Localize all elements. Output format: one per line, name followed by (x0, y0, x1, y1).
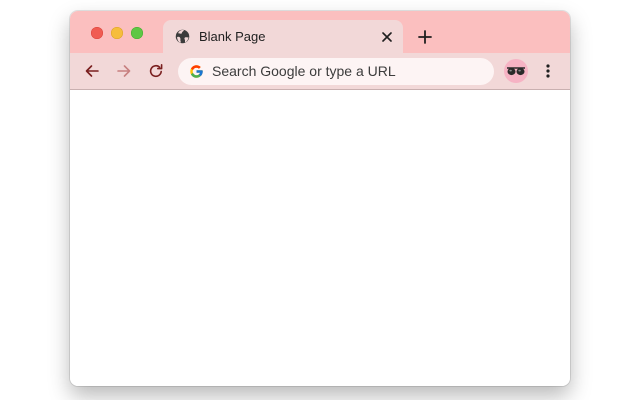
new-tab-button[interactable] (416, 28, 434, 46)
plus-icon (418, 30, 432, 44)
forward-button[interactable] (114, 61, 134, 81)
page-content (70, 90, 570, 386)
back-button[interactable] (82, 61, 102, 81)
arrow-left-icon (84, 63, 100, 79)
window-close-button[interactable] (91, 27, 103, 39)
title-bar: Blank Page (70, 11, 570, 53)
window-minimize-button[interactable] (111, 27, 123, 39)
search-input[interactable]: Search Google or type a URL (212, 58, 396, 85)
close-icon[interactable] (379, 29, 395, 45)
tab-blank-page[interactable]: Blank Page (163, 20, 403, 53)
window-maximize-button[interactable] (131, 27, 143, 39)
tab-title: Blank Page (199, 29, 266, 44)
reload-button[interactable] (146, 61, 166, 81)
sunglasses-avatar-icon (506, 65, 526, 77)
globe-icon (175, 29, 190, 44)
browser-window: Blank Page Search Google or type a URL (70, 11, 570, 386)
google-g-icon (189, 64, 204, 79)
omnibox[interactable]: Search Google or type a URL (178, 58, 494, 85)
more-vertical-icon (546, 64, 550, 78)
browser-toolbar: Search Google or type a URL (70, 53, 570, 90)
arrow-right-icon (116, 63, 132, 79)
reload-icon (148, 63, 164, 79)
profile-avatar-button[interactable] (504, 59, 528, 83)
browser-menu-button[interactable] (540, 61, 556, 81)
